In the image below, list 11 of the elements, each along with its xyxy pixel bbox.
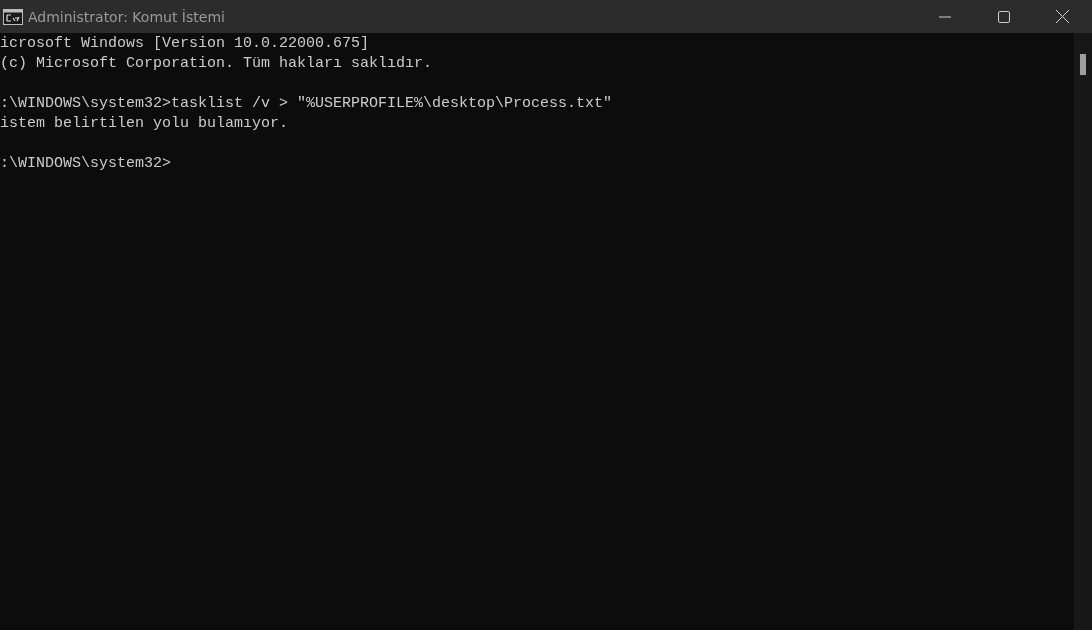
console-line: istem belirtilen yolu bulamıyor. [0, 114, 290, 134]
close-icon [1056, 10, 1069, 23]
console-line: icrosoft Windows [Version 10.0.22000.675] [0, 34, 371, 54]
scrollbar-thumb[interactable] [1080, 54, 1086, 75]
console-line: :\WINDOWS\system32>tasklist /v > "%USERPROFILE%\desktop\Process.txt" [0, 94, 614, 114]
console-line: :\WINDOWS\system32> [0, 154, 173, 174]
console-app-icon [3, 8, 23, 25]
window-title: Administrator: Komut İstemi [28, 8, 225, 25]
scrollbar[interactable] [1074, 33, 1092, 630]
maximize-icon [997, 10, 1010, 23]
console-line: (c) Microsoft Corporation. Tüm hakları saklıdır. [0, 54, 434, 74]
